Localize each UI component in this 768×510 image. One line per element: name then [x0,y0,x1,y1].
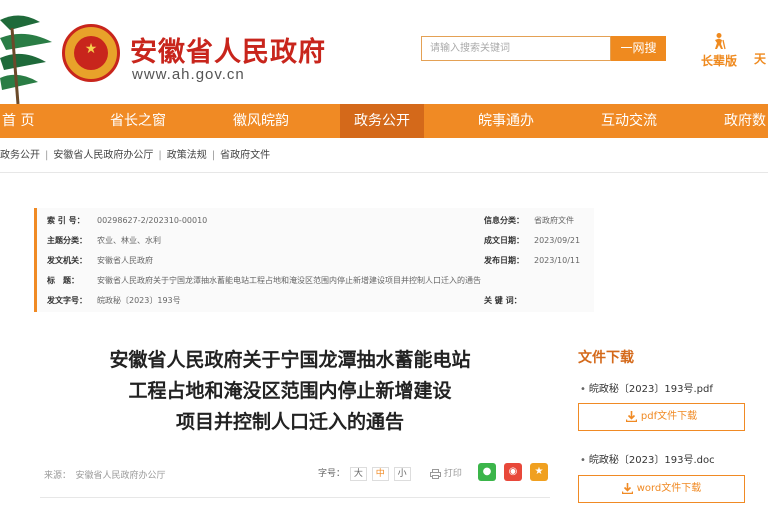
divider [40,497,550,498]
breadcrumb-item[interactable]: 省政府文件 [220,146,270,166]
breadcrumb-item[interactable]: 政策法规 [167,146,207,166]
nav-item-data[interactable]: 政府数 [724,104,766,138]
font-small-button[interactable]: 小 [393,467,411,481]
pdf-download-button[interactable]: pdf文件下载 [578,403,745,431]
page: ★ 安徽省人民政府 www.ah.gov.cn 请输入搜索关键词 一网搜 长辈版… [0,0,768,510]
meta-label: 索 引 号： [47,216,85,225]
weibo-icon[interactable]: ◉ [504,463,522,481]
print-button[interactable]: 打印 [430,466,462,479]
download-icon [621,482,633,494]
breadcrumb: 政务公开 | 安徽省人民政府办公厅 | 政策法规 | 省政府文件 [0,146,270,166]
download-icon [625,410,637,422]
article-source: 来源： 安徽省人民政府办公厅 [44,471,166,481]
print-icon [430,468,441,479]
site-header: ★ 安徽省人民政府 www.ah.gov.cn 请输入搜索关键词 一网搜 长辈版… [0,0,768,104]
elder-mode-link[interactable]: 长辈版 [695,32,743,69]
breadcrumb-item[interactable]: 安徽省人民政府办公厅 [53,146,153,166]
word-download-button[interactable]: word文件下载 [578,475,745,503]
font-large-button[interactable]: 大 [349,467,367,481]
article-title-line: 安徽省人民政府关于宁国龙潭抽水蓄能电站 [109,349,471,371]
meta-label: 发布日期： [484,256,524,265]
meta-value: 安徽省人民政府关于宁国龙潭抽水蓄能电站工程占地和淹没区范围内停止新增建设项目并控… [97,276,481,285]
font-medium-button[interactable]: 中 [371,467,389,481]
nav-item-home[interactable]: 首 页 [2,104,34,138]
download-panel: 文件下载 皖政秘〔2023〕193号.pdf pdf文件下载 皖政秘〔2023〕… [568,335,768,510]
document-meta-box: 索 引 号： 00298627-2/202310-00010 信息分类： 省政府文件… [34,208,594,312]
article-title-line: 项目并控制人口迁入的通告 [175,411,404,433]
nav-item-culture[interactable]: 徽风皖韵 [233,104,289,138]
national-emblem-icon: ★ [62,24,120,82]
nav-item-services[interactable]: 皖事通办 [478,104,534,138]
meta-label: 发文字号： [47,296,87,305]
meta-value: 2023/10/11 [534,256,581,265]
meta-label: 标 题： [47,276,79,285]
search-button[interactable]: 一网搜 [611,36,666,61]
site-url: www.ah.gov.cn [132,66,245,83]
article-title: 安徽省人民政府关于宁国龙潭抽水蓄能电站 工程占地和淹没区范围内停止新增建设 项目… [40,345,540,438]
star-icon[interactable]: ★ [530,463,548,481]
meta-value: 省政府文件 [534,216,574,225]
font-size-control: 字号： 大 中 小 [318,466,411,481]
meta-value: 皖政秘〔2023〕193号 [97,296,181,305]
meta-value: 00298627-2/202310-00010 [97,216,208,225]
meta-label: 关 键 词： [484,296,522,305]
print-label: 打印 [443,469,462,479]
elder-mode-label: 长辈版 [700,54,737,68]
nav-item-gov-affairs[interactable]: 政务公开 [340,104,424,138]
site-title[interactable]: 安徽省人民政府 [130,30,326,69]
divider [0,172,768,173]
elder-icon [715,33,726,50]
meta-value: 2023/09/21 [534,236,581,245]
meta-label: 发文机关： [47,256,87,265]
nav-item-governor[interactable]: 省长之窗 [110,104,166,138]
meta-label: 成文日期： [484,236,524,245]
word-download-label: word文件下载 [636,483,702,494]
download-title: 文件下载 [578,350,634,366]
search-input[interactable]: 请输入搜索关键词 [421,36,611,61]
meta-value: 安徽省人民政府 [97,256,153,265]
download-file-name: 皖政秘〔2023〕193号.doc [580,451,715,466]
download-file-name: 皖政秘〔2023〕193号.pdf [580,380,713,395]
pdf-download-label: pdf文件下载 [640,411,698,422]
meta-label: 主题分类： [47,236,87,245]
article-title-line: 工程占地和淹没区范围内停止新增建设 [128,380,452,402]
meta-label: 信息分类： [484,216,524,225]
extra-header-link[interactable]: 天 [754,50,766,67]
main-nav: 首 页 省长之窗 徽风皖韵 政务公开 皖事通办 互动交流 政府数 [0,104,768,138]
nav-item-interaction[interactable]: 互动交流 [601,104,657,138]
font-size-label: 字号： [318,469,346,479]
meta-value: 农业、林业、水利 [97,236,161,245]
wechat-icon[interactable]: ● [478,463,496,481]
breadcrumb-item[interactable]: 政务公开 [0,146,40,166]
